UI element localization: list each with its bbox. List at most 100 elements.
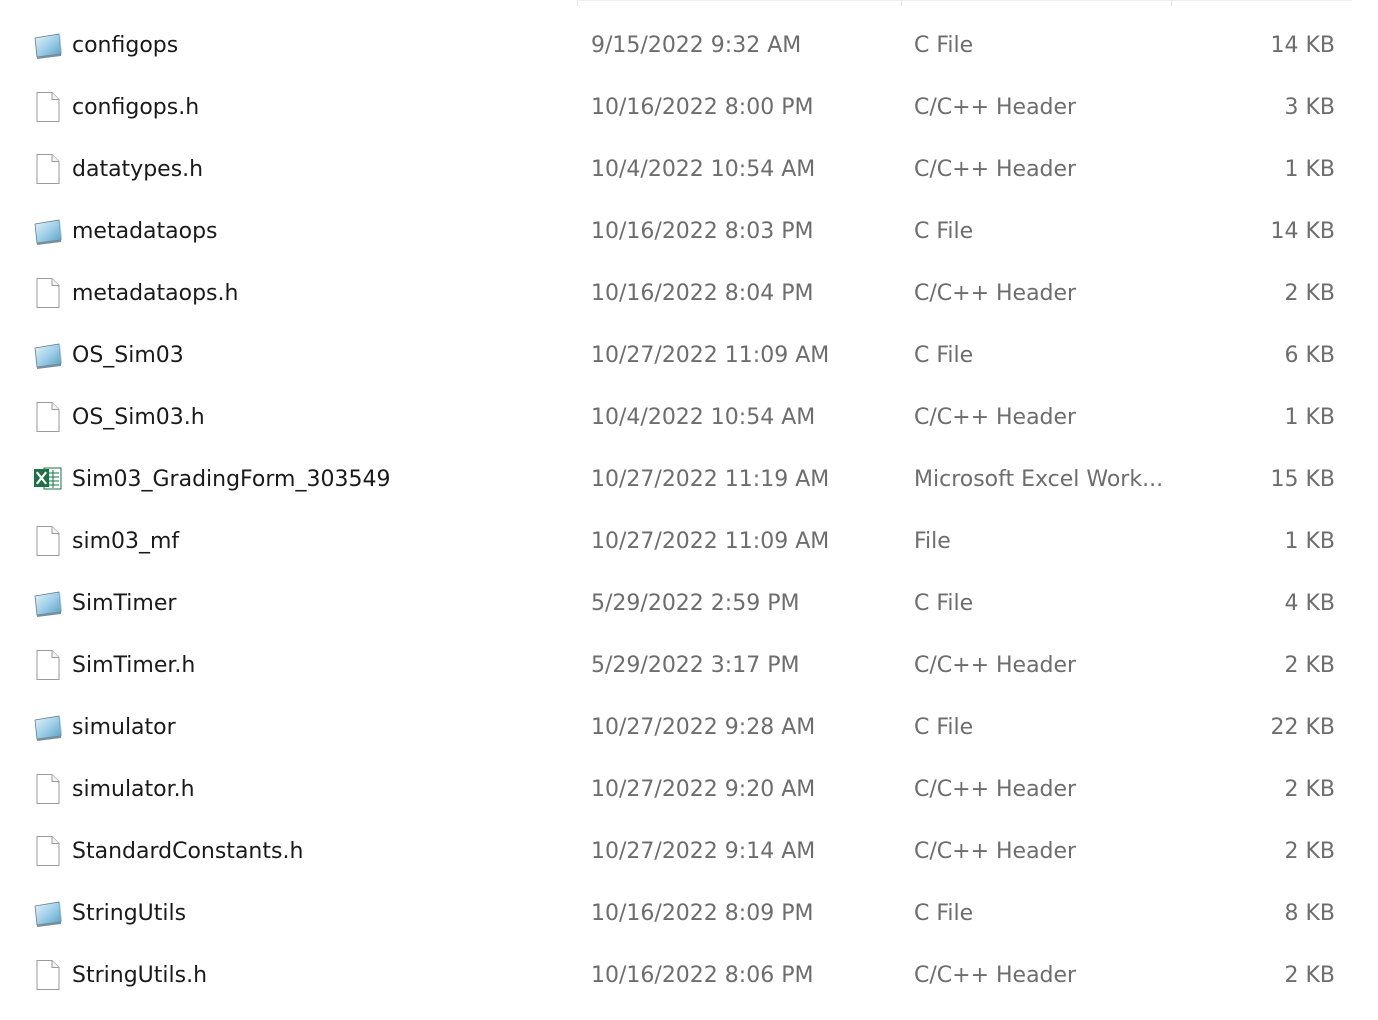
file-row[interactable]: SimTimer.h 5/29/2022 3:17 PM C/C++ Heade… [0,635,1378,697]
file-name: simulator.h [72,777,195,802]
file-size: 2 KB [1284,653,1335,678]
blank-file-icon [32,835,64,867]
file-row[interactable]: sim03_mf 10/27/2022 11:09 AM File 1 KB [0,511,1378,573]
file-type: C/C++ Header [914,157,1077,182]
file-name: datatypes.h [72,157,204,182]
blank-file-icon [32,773,64,805]
file-row[interactable]: Sim03_GradingForm_303549 10/27/2022 11:1… [0,449,1378,511]
file-date-modified: 10/27/2022 11:09 AM [591,343,830,368]
file-date-modified: 10/4/2022 10:54 AM [591,405,816,430]
file-type: C/C++ Header [914,963,1077,988]
excel-file-icon [32,463,64,495]
file-size: 14 KB [1270,33,1335,58]
file-name: configops.h [72,95,200,120]
column-header-edge [577,0,1352,1]
file-type: C File [914,33,974,58]
file-date-modified: 10/16/2022 8:09 PM [591,901,814,926]
column-divider-name-date[interactable] [577,0,578,6]
file-row[interactable]: simulator 10/27/2022 9:28 AM C File 22 K… [0,697,1378,759]
blank-file-icon [32,91,64,123]
c-file-icon [32,711,64,743]
file-size: 22 KB [1270,715,1335,740]
file-row[interactable]: OS_Sim03 10/27/2022 11:09 AM C File 6 KB [0,325,1378,387]
column-divider-date-type[interactable] [901,0,902,6]
file-date-modified: 10/27/2022 9:14 AM [591,839,816,864]
file-type: C File [914,901,974,926]
file-name: StringUtils.h [72,963,208,988]
file-size: 1 KB [1284,157,1335,182]
file-row[interactable]: simulator.h 10/27/2022 9:20 AM C/C++ Hea… [0,759,1378,821]
file-date-modified: 9/15/2022 9:32 AM [591,33,802,58]
c-file-icon [32,587,64,619]
file-name: simulator [72,715,176,740]
file-row[interactable]: datatypes.h 10/4/2022 10:54 AM C/C++ Hea… [0,139,1378,201]
c-file-icon [32,339,64,371]
file-type: C/C++ Header [914,777,1077,802]
file-date-modified: 10/16/2022 8:00 PM [591,95,814,120]
file-list: configops 9/15/2022 9:32 AM C File 14 KB… [0,15,1378,1007]
blank-file-icon [32,277,64,309]
file-type: C/C++ Header [914,405,1077,430]
file-row[interactable]: StringUtils 10/16/2022 8:09 PM C File 8 … [0,883,1378,945]
file-type: C File [914,219,974,244]
file-size: 1 KB [1284,529,1335,554]
file-name: OS_Sim03.h [72,405,205,430]
file-name: configops [72,33,179,58]
blank-file-icon [32,401,64,433]
file-name: Sim03_GradingForm_303549 [72,467,391,492]
file-type: C File [914,715,974,740]
file-row[interactable]: OS_Sim03.h 10/4/2022 10:54 AM C/C++ Head… [0,387,1378,449]
blank-file-icon [32,153,64,185]
file-size: 1 KB [1284,405,1335,430]
file-date-modified: 10/16/2022 8:04 PM [591,281,814,306]
file-name: SimTimer [72,591,177,616]
file-name: StandardConstants.h [72,839,304,864]
file-row[interactable]: SimTimer 5/29/2022 2:59 PM C File 4 KB [0,573,1378,635]
file-type: C/C++ Header [914,281,1077,306]
file-date-modified: 10/4/2022 10:54 AM [591,157,816,182]
file-date-modified: 10/27/2022 9:28 AM [591,715,816,740]
file-type: C/C++ Header [914,653,1077,678]
file-row[interactable]: StringUtils.h 10/16/2022 8:06 PM C/C++ H… [0,945,1378,1007]
file-size: 4 KB [1284,591,1335,616]
file-date-modified: 5/29/2022 3:17 PM [591,653,800,678]
file-row[interactable]: configops 9/15/2022 9:32 AM C File 14 KB [0,15,1378,77]
file-size: 2 KB [1284,281,1335,306]
file-type: File [914,529,951,554]
file-type: C/C++ Header [914,95,1077,120]
c-file-icon [32,29,64,61]
c-file-icon [32,897,64,929]
file-size: 6 KB [1284,343,1335,368]
file-name: metadataops [72,219,218,244]
file-type: C/C++ Header [914,839,1077,864]
file-size: 15 KB [1270,467,1335,492]
file-size: 2 KB [1284,839,1335,864]
file-type: Microsoft Excel Work... [914,467,1164,492]
file-size: 2 KB [1284,963,1335,988]
file-date-modified: 10/27/2022 9:20 AM [591,777,816,802]
file-date-modified: 10/27/2022 11:09 AM [591,529,830,554]
file-name: sim03_mf [72,529,180,554]
file-row[interactable]: metadataops.h 10/16/2022 8:04 PM C/C++ H… [0,263,1378,325]
file-size: 3 KB [1284,95,1335,120]
blank-file-icon [32,649,64,681]
column-divider-type-size[interactable] [1171,0,1172,6]
blank-file-icon [32,525,64,557]
file-size: 2 KB [1284,777,1335,802]
blank-file-icon [32,959,64,991]
file-name: StringUtils [72,901,187,926]
file-row[interactable]: StandardConstants.h 10/27/2022 9:14 AM C… [0,821,1378,883]
file-date-modified: 10/27/2022 11:19 AM [591,467,830,492]
file-row[interactable]: configops.h 10/16/2022 8:00 PM C/C++ Hea… [0,77,1378,139]
file-type: C File [914,343,974,368]
file-size: 14 KB [1270,219,1335,244]
c-file-icon [32,215,64,247]
file-name: OS_Sim03 [72,343,184,368]
file-type: C File [914,591,974,616]
file-name: SimTimer.h [72,653,196,678]
file-date-modified: 10/16/2022 8:03 PM [591,219,814,244]
file-size: 8 KB [1284,901,1335,926]
file-date-modified: 5/29/2022 2:59 PM [591,591,800,616]
file-row[interactable]: metadataops 10/16/2022 8:03 PM C File 14… [0,201,1378,263]
file-name: metadataops.h [72,281,239,306]
